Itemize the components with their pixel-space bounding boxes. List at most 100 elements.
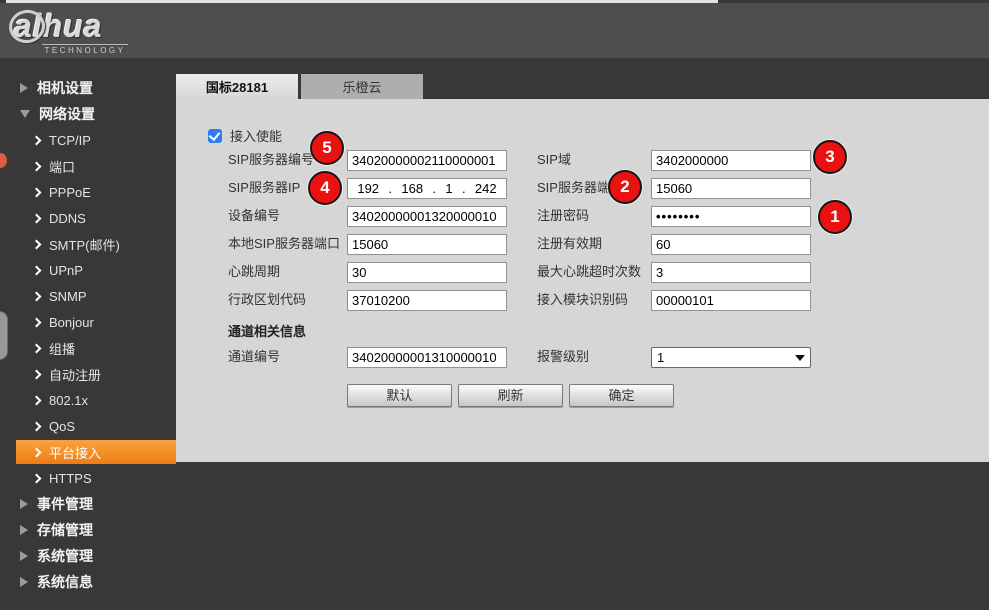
sidebar-item-snmp[interactable]: SNMP [0, 283, 176, 309]
sip-server-ip-label: SIP服务器IP [228, 178, 300, 198]
sidebar-item-8021x[interactable]: 802.1x [0, 387, 176, 413]
sidebar-item-upnp[interactable]: UPnP [0, 257, 176, 283]
sip-server-port-input[interactable] [651, 178, 811, 199]
triangle-right-icon [20, 525, 28, 535]
register-password-input[interactable] [651, 206, 811, 227]
sidebar-item-label: UPnP [49, 263, 83, 278]
ip-dot: . [432, 181, 436, 196]
chevron-right-icon [33, 240, 41, 248]
sidebar-menu: 相机设置 网络设置 TCP/IP 端口 PPPoE DDNS SMTP(邮件) [0, 58, 176, 610]
annotation-badge-3: 3 [813, 140, 847, 174]
heartbeat-period-input[interactable] [347, 262, 507, 283]
sidebar-item-label: 系统信息 [37, 572, 93, 592]
annotation-badge-4: 4 [308, 171, 342, 205]
sidebar-item-platform-access[interactable]: 平台接入 [16, 440, 176, 464]
sidebar-item-label: 端口 [49, 157, 75, 176]
sip-domain-label: SIP域 [537, 150, 571, 170]
edge-collapse-handle[interactable] [0, 311, 8, 360]
sidebar-item-label: DDNS [49, 211, 86, 226]
sidebar-item-label: 事件管理 [37, 494, 93, 514]
ip-octet-4: 242 [475, 181, 497, 196]
sidebar-item-smtp[interactable]: SMTP(邮件) [0, 231, 176, 257]
logo-wordmark: alhua [14, 9, 184, 43]
alarm-level-label: 报警级别 [537, 347, 589, 367]
triangle-down-icon [20, 110, 30, 118]
tab-lechange-cloud[interactable]: 乐橙云 [301, 74, 423, 99]
max-heartbeat-timeout-input[interactable] [651, 262, 811, 283]
annotation-badge-5: 5 [310, 131, 344, 165]
sidebar-item-system-management[interactable]: 系统管理 [0, 543, 176, 569]
sidebar-item-pppoe[interactable]: PPPoE [0, 179, 176, 205]
sidebar-item-network-settings[interactable]: 网络设置 [0, 101, 176, 127]
chevron-right-icon [33, 318, 41, 326]
device-id-input[interactable] [347, 206, 507, 227]
register-password-label: 注册密码 [537, 206, 589, 226]
sip-server-id-label: SIP服务器编号 [228, 150, 314, 170]
chevron-right-icon [33, 162, 41, 170]
enable-access-checkbox[interactable] [208, 129, 222, 143]
sidebar-item-label: HTTPS [49, 471, 92, 486]
sip-server-id-input[interactable] [347, 150, 507, 171]
ip-octet-3: 1 [445, 181, 452, 196]
ip-octet-2: 168 [401, 181, 423, 196]
sidebar-item-label: Bonjour [49, 315, 94, 330]
dahua-config-page: alhua TECHNOLOGY 相机设置 网络设置 TCP/IP 端口 PPP… [0, 0, 989, 610]
register-validity-input[interactable] [651, 234, 811, 255]
sidebar-item-label: 自动注册 [49, 365, 101, 384]
chevron-right-icon [33, 214, 41, 222]
sidebar-item-multicast[interactable]: 组播 [0, 335, 176, 361]
annotation-badge-2: 2 [608, 170, 642, 204]
logo-subtext: TECHNOLOGY [42, 44, 128, 55]
chevron-right-icon [33, 422, 41, 430]
enable-access-row: 接入使能 [208, 126, 282, 145]
enable-access-label: 接入使能 [230, 126, 282, 145]
chevron-down-icon [795, 355, 805, 361]
sidebar-item-label: 相机设置 [37, 78, 93, 98]
sidebar-item-event-management[interactable]: 事件管理 [0, 491, 176, 517]
alarm-level-value: 1 [657, 350, 664, 365]
sidebar-item-ddns[interactable]: DDNS [0, 205, 176, 231]
sidebar-item-tcpip[interactable]: TCP/IP [0, 127, 176, 153]
chevron-right-icon [33, 396, 41, 404]
sidebar-item-qos[interactable]: QoS [0, 413, 176, 439]
chevron-right-icon [33, 188, 41, 196]
access-module-id-input[interactable] [651, 290, 811, 311]
triangle-right-icon [20, 551, 28, 561]
chevron-right-icon [33, 474, 41, 482]
register-validity-label: 注册有效期 [537, 234, 602, 254]
sidebar-item-port[interactable]: 端口 [0, 153, 176, 179]
sip-domain-input[interactable] [651, 150, 811, 171]
sip-server-ip-input[interactable]: 192. 168. 1. 242 [347, 178, 507, 199]
sidebar-item-camera-settings[interactable]: 相机设置 [0, 75, 176, 101]
alarm-level-select[interactable]: 1 [651, 347, 811, 368]
tab-label: 乐橙云 [342, 77, 381, 96]
sidebar-item-https[interactable]: HTTPS [0, 465, 176, 491]
chevron-right-icon [33, 266, 41, 274]
annotation-badge-1: 1 [818, 200, 852, 234]
default-button[interactable]: 默认 [347, 384, 452, 407]
chevron-right-icon [33, 344, 41, 352]
dahua-logo: alhua TECHNOLOGY [14, 9, 184, 55]
tab-gb28181[interactable]: 国标28181 [176, 74, 298, 99]
sidebar-item-label: SNMP [49, 289, 87, 304]
confirm-button[interactable]: 确定 [569, 384, 674, 407]
device-id-label: 设备编号 [228, 206, 280, 226]
sidebar-item-label: TCP/IP [49, 133, 91, 148]
channel-section-title: 通道相关信息 [228, 321, 306, 340]
sidebar-item-label: 组播 [49, 339, 75, 358]
channel-id-input[interactable] [347, 347, 507, 368]
admin-region-code-input[interactable] [347, 290, 507, 311]
tab-label: 国标28181 [206, 77, 268, 96]
max-heartbeat-timeout-label: 最大心跳超时次数 [537, 262, 641, 282]
channel-id-label: 通道编号 [228, 347, 280, 367]
ip-dot: . [388, 181, 392, 196]
sidebar-item-auto-register[interactable]: 自动注册 [0, 361, 176, 387]
sidebar-item-storage-management[interactable]: 存储管理 [0, 517, 176, 543]
refresh-button[interactable]: 刷新 [458, 384, 563, 407]
chevron-right-icon [33, 370, 41, 378]
triangle-right-icon [20, 83, 28, 93]
sidebar-item-system-info[interactable]: 系统信息 [0, 569, 176, 595]
local-sip-port-input[interactable] [347, 234, 507, 255]
local-sip-port-label: 本地SIP服务器端口 [228, 234, 340, 254]
sidebar-item-bonjour[interactable]: Bonjour [0, 309, 176, 335]
